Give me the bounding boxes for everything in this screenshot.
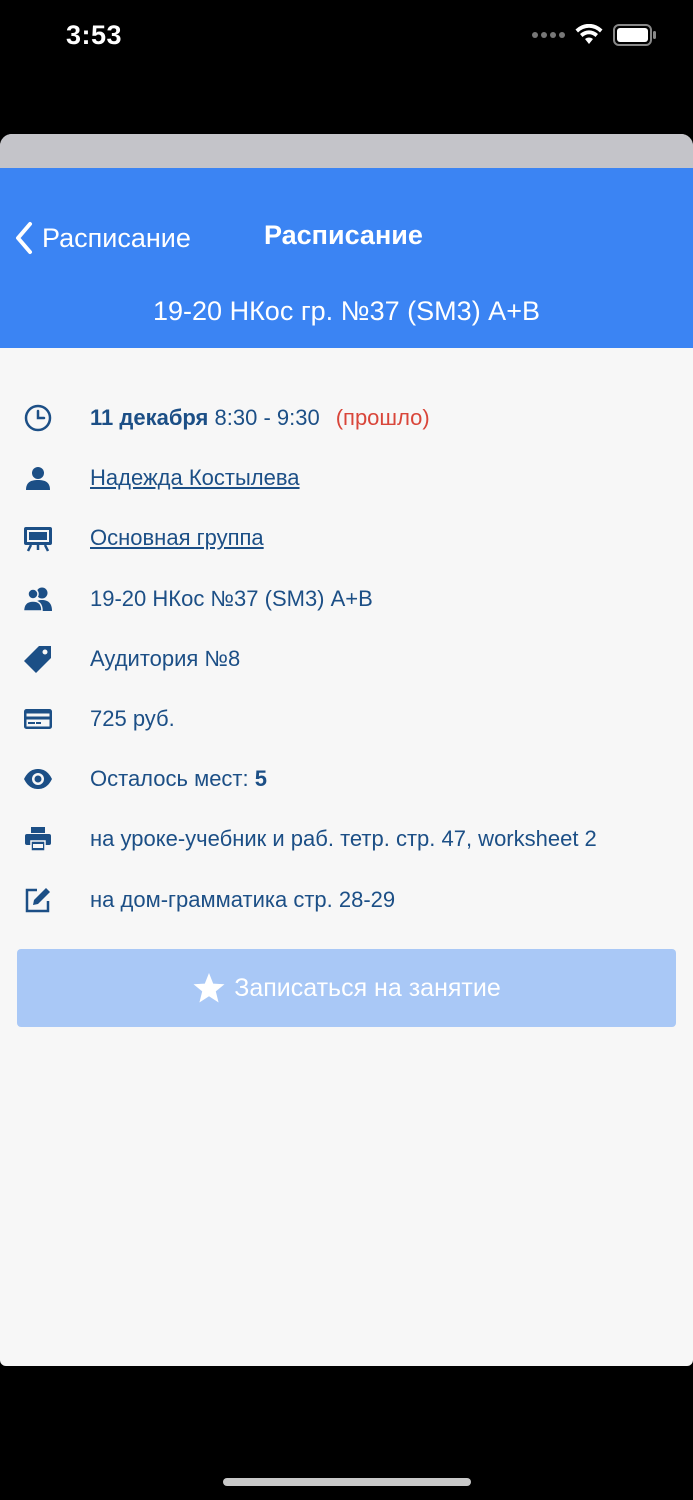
easel-icon [22,522,54,554]
back-button[interactable]: Расписание [12,220,191,256]
navigation-header: Расписание Расписание 19-20 НКос гр. №37… [0,168,693,348]
battery-icon [613,24,656,46]
status-bar: 3:53 [0,0,693,80]
home-indicator[interactable] [223,1478,471,1486]
tag-icon [22,643,54,675]
eye-icon [22,763,54,795]
room-name: Аудитория №8 [90,645,241,671]
row-classwork: на уроке-учебник и раб. тетр. стр. 47, w… [0,809,693,869]
credit-card-icon [22,703,54,735]
row-seats: Осталось мест: 5 [0,749,693,809]
row-teacher: Надежда Костылева [0,448,693,508]
sheet-grabber-area [0,134,693,168]
status-icons [532,24,657,46]
row-room: Аудитория №8 [0,629,693,689]
seats-text: Осталось мест: 5 [90,766,267,792]
signal-icon [532,32,565,38]
printer-icon [22,823,54,855]
lesson-status: (прошло) [335,405,430,431]
lesson-date: 11 декабря [90,405,209,431]
signup-button[interactable]: Записаться на занятие [17,949,676,1027]
row-price: 725 руб. [0,689,693,749]
wifi-icon [575,24,603,44]
row-homework: на дом-грамматика стр. 28-29 [0,870,693,930]
lesson-time: 8:30 - 9:30 [214,405,320,431]
seats-label: Осталось мест: [90,766,249,792]
chevron-left-icon [16,222,32,254]
row-group: 19-20 НКос №37 (SM3) A+B [0,569,693,629]
group-name: 19-20 НКос №37 (SM3) A+B [90,585,373,611]
course-link[interactable]: Основная группа [90,525,264,551]
back-button-label: Расписание [42,222,191,253]
edit-icon [22,884,54,916]
row-course: Основная группа [0,508,693,568]
lesson-details: 11 декабря 8:30 - 9:30 (прошло) Надежда К… [0,348,693,930]
status-time: 3:53 [66,20,123,50]
datetime-text: 11 декабря 8:30 - 9:30 (прошло) [90,405,430,431]
lesson-sheet: Расписание Расписание 19-20 НКос гр. №37… [0,134,693,1366]
homework-text: на дом-грамматика стр. 28-29 [90,886,396,912]
page-title: Расписание [264,220,423,250]
row-datetime: 11 декабря 8:30 - 9:30 (прошло) [0,388,693,448]
teacher-link[interactable]: Надежда Костылева [90,465,300,491]
users-icon [22,583,54,615]
person-icon [22,462,54,494]
clock-icon [22,402,54,434]
seats-value: 5 [254,766,267,792]
signup-button-label: Записаться на занятие [234,973,501,1002]
lesson-title: 19-20 НКос гр. №37 (SM3) A+B [153,296,540,326]
price: 725 руб. [90,706,175,732]
app-screen: 3:53 Расписание Расписание 19-20 НКос гр… [0,0,693,1500]
classwork-text: на уроке-учебник и раб. тетр. стр. 47, w… [90,826,597,852]
star-icon [193,973,225,1003]
